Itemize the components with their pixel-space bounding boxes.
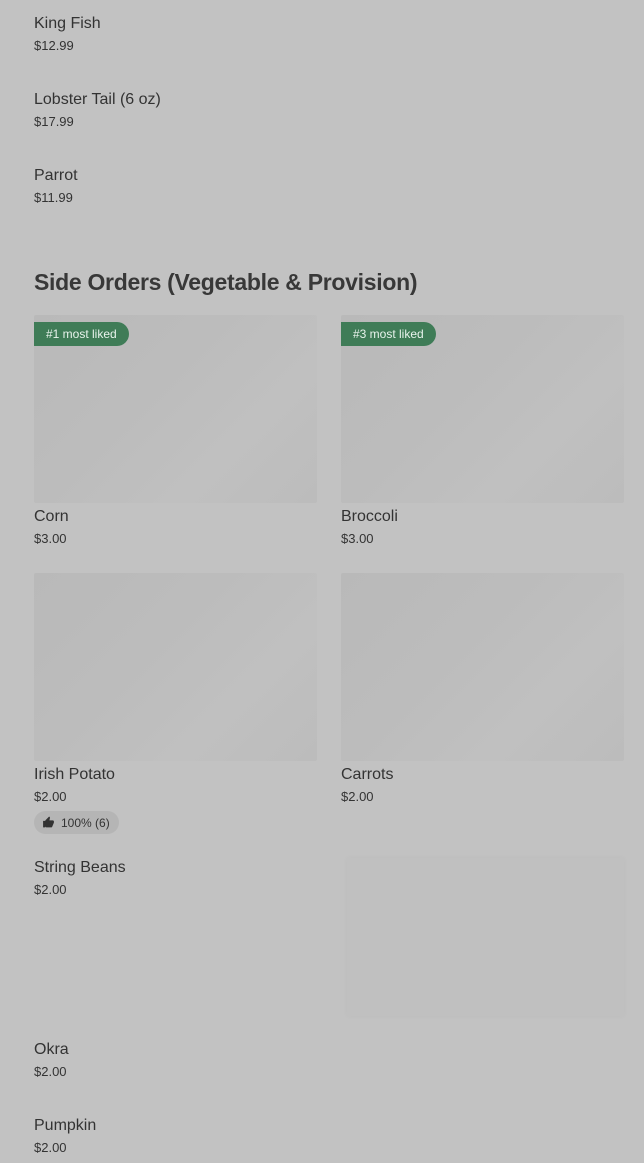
- item-name: Carrots: [341, 766, 394, 783]
- item-price: $2.00: [34, 1064, 67, 1079]
- item-price: $12.99: [34, 38, 74, 53]
- section-title: Side Orders (Vegetable & Provision): [34, 269, 418, 295]
- item-price: $2.00: [34, 882, 67, 897]
- menu-item-okra[interactable]: Okra $2.00: [34, 1040, 334, 1080]
- item-image: [341, 573, 624, 761]
- item-name: Broccoli: [341, 508, 398, 525]
- item-price: $2.00: [34, 789, 67, 804]
- item-image: #3 most liked: [341, 315, 624, 503]
- item-price: $2.00: [34, 1140, 67, 1155]
- menu-item-string-beans[interactable]: String Beans $2.00: [34, 858, 334, 898]
- item-name: Lobster Tail (6 oz): [34, 91, 161, 108]
- item-name: Corn: [34, 508, 69, 525]
- item-price: $3.00: [341, 531, 374, 546]
- menu-item-parrot[interactable]: Parrot $11.99: [34, 166, 334, 206]
- menu-card-broccoli[interactable]: #3 most liked Broccoli $3.00: [341, 315, 624, 547]
- item-image-placeholder: [347, 858, 624, 1016]
- menu-card-corn[interactable]: #1 most liked Corn $3.00: [34, 315, 317, 547]
- menu-item-king-fish[interactable]: King Fish $12.99: [34, 14, 334, 54]
- item-name: String Beans: [34, 859, 126, 876]
- item-image: [34, 573, 317, 761]
- rating-badge: 100% (6): [34, 811, 119, 834]
- item-name: Irish Potato: [34, 766, 115, 783]
- item-price: $3.00: [34, 531, 67, 546]
- item-name: Okra: [34, 1041, 69, 1058]
- menu-card-irish-potato[interactable]: Irish Potato $2.00 100% (6): [34, 573, 317, 834]
- rating-text: 100% (6): [61, 815, 110, 830]
- item-price: $17.99: [34, 114, 74, 129]
- thumbs-up-icon: [42, 816, 55, 829]
- item-name: Parrot: [34, 167, 78, 184]
- item-name: King Fish: [34, 15, 101, 32]
- most-liked-badge: #3 most liked: [341, 322, 436, 346]
- item-name: Pumpkin: [34, 1117, 97, 1134]
- item-price: $11.99: [34, 190, 73, 205]
- item-price: $2.00: [341, 789, 374, 804]
- most-liked-badge: #1 most liked: [34, 322, 129, 346]
- menu-item-pumpkin[interactable]: Pumpkin $2.00: [34, 1116, 334, 1156]
- item-image: #1 most liked: [34, 315, 317, 503]
- menu-item-lobster-tail[interactable]: Lobster Tail (6 oz) $17.99: [34, 90, 334, 130]
- menu-card-carrots[interactable]: Carrots $2.00: [341, 573, 624, 805]
